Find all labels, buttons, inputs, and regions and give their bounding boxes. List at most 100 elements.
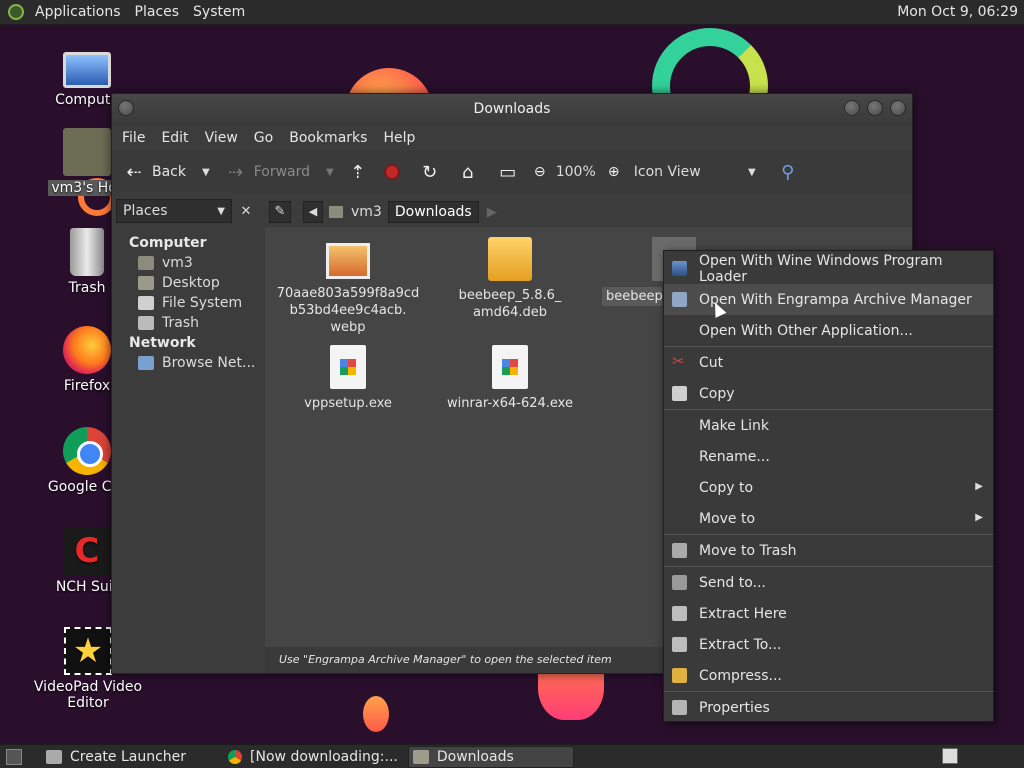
breadcrumb-vm3[interactable]: vm3 xyxy=(323,201,388,223)
sidebar-item-file-system[interactable]: File System xyxy=(114,293,257,313)
menu-extract-here[interactable]: Extract Here xyxy=(664,598,993,629)
applications-menu[interactable]: Applications xyxy=(30,4,130,20)
home-folder-icon xyxy=(63,128,111,176)
view-mode-select[interactable]: Icon View ▼ xyxy=(630,164,760,180)
menu-properties[interactable]: Properties xyxy=(664,692,993,723)
file-name: beebeep_5.8.6_ amd64.deb xyxy=(458,288,562,320)
sidebar-item-browse-network[interactable]: Browse Net... xyxy=(114,353,257,373)
menu-open-with-other[interactable]: Open With Other Application... xyxy=(664,315,993,346)
engrampa-icon xyxy=(672,292,687,307)
file-item[interactable]: vppsetup.exe xyxy=(273,345,423,412)
file-item-selected[interactable]: beebeep- xyxy=(602,237,696,306)
menu-file[interactable]: File xyxy=(114,130,153,146)
forward-label: Forward xyxy=(253,164,311,180)
trash-icon xyxy=(70,228,104,276)
reload-button[interactable]: ↻ xyxy=(414,157,446,187)
scissors-icon: ✂ xyxy=(672,352,685,370)
path-left-arrow-icon[interactable]: ◀ xyxy=(303,201,323,223)
zoom-level: 100% xyxy=(555,164,596,180)
file-name: winrar-x64-624.exe xyxy=(447,396,573,411)
taskbar-item-create-launcher[interactable]: Create Launcher xyxy=(42,746,190,768)
forward-history-dropdown-icon[interactable]: ▼ xyxy=(326,167,334,178)
up-button[interactable]: ⇡ xyxy=(342,157,374,187)
menu-send-to[interactable]: Send to... xyxy=(664,567,993,598)
back-button[interactable]: ⇠ Back ▼ xyxy=(118,157,214,187)
search-icon: ⚲ xyxy=(781,161,795,183)
close-sidebar-icon[interactable]: ✕ xyxy=(236,204,256,219)
system-menu[interactable]: System xyxy=(188,4,254,20)
drive-icon xyxy=(138,296,154,310)
home-button[interactable]: ⌂ xyxy=(452,157,484,187)
close-button[interactable] xyxy=(890,100,906,116)
launcher-icon xyxy=(46,749,62,764)
extract-icon xyxy=(672,606,687,621)
menu-move-to-trash[interactable]: Move to Trash xyxy=(664,535,993,566)
forward-button[interactable]: ⇢ Forward ▼ xyxy=(220,157,338,187)
menu-compress[interactable]: Compress... xyxy=(664,660,993,691)
menu-rename[interactable]: Rename... xyxy=(664,441,993,472)
path-right-arrow-icon[interactable]: ▶ xyxy=(487,205,497,220)
menu-extract-to[interactable]: Extract To... xyxy=(664,629,993,660)
location-bar: ✎ ◀ vm3 Downloads ▶ xyxy=(265,199,912,225)
menu-item-label: Extract To... xyxy=(699,636,782,653)
sidebar-places-select[interactable]: Places ▼ xyxy=(116,199,232,223)
stop-icon xyxy=(383,164,400,180)
sidebar-item-trash[interactable]: Trash xyxy=(114,313,257,333)
zoom-out-button[interactable]: ⊖ xyxy=(524,157,556,187)
menu-copy[interactable]: Copy xyxy=(664,378,993,409)
menu-help[interactable]: Help xyxy=(375,130,423,146)
breadcrumb-downloads[interactable]: Downloads xyxy=(387,201,479,223)
toolbar: ⇠ Back ▼ ⇢ Forward ▼ ⇡ ↻ ⌂ ▭ ⊖ 100% ⊕ Ic… xyxy=(112,151,912,193)
sidebar-item-desktop[interactable]: Desktop xyxy=(114,273,257,293)
desktop-icon-label: Firefox xyxy=(63,378,111,394)
file-item[interactable]: beebeep_5.8.6_ amd64.deb xyxy=(435,237,585,321)
menu-item-label: Extract Here xyxy=(699,605,787,622)
menu-go[interactable]: Go xyxy=(246,130,281,146)
menu-bookmarks[interactable]: Bookmarks xyxy=(281,130,375,146)
minimize-button[interactable] xyxy=(844,100,860,116)
computer-button[interactable]: ▭ xyxy=(492,157,524,187)
zoom-in-button[interactable]: ⊕ xyxy=(598,157,630,187)
home-folder-icon xyxy=(329,206,343,218)
taskbar-label: [Now downloading:... xyxy=(250,748,398,765)
back-history-dropdown-icon[interactable]: ▼ xyxy=(202,167,210,178)
menu-view[interactable]: View xyxy=(197,130,246,146)
edit-location-icon[interactable]: ✎ xyxy=(269,201,291,223)
search-button[interactable]: ⚲ xyxy=(772,157,804,187)
menu-move-to[interactable]: Move to ▶ xyxy=(664,503,993,534)
menu-make-link[interactable]: Make Link xyxy=(664,410,993,441)
sidebar-item-vm3[interactable]: vm3 xyxy=(114,253,257,273)
menu-item-label: Open With Engrampa Archive Manager xyxy=(699,291,972,308)
package-icon xyxy=(488,237,532,281)
window-title: Downloads xyxy=(473,101,551,117)
file-name: 70aae803a599f8a9cd b53bd4ee9c4acb. webp xyxy=(276,286,420,335)
zoom-out-icon: ⊖ xyxy=(533,164,546,180)
sidebar-item-label: File System xyxy=(162,295,243,311)
maximize-button[interactable] xyxy=(867,100,883,116)
window-menu-button[interactable] xyxy=(118,100,134,116)
home-folder-icon xyxy=(138,256,154,270)
places-menu[interactable]: Places xyxy=(130,4,189,20)
menu-copy-to[interactable]: Copy to ▶ xyxy=(664,472,993,503)
desktop-folder-icon xyxy=(138,276,154,290)
sidebar: Places ▼ ✕ Computer vm3 Desktop File Sys… xyxy=(114,197,257,672)
nch-icon: C xyxy=(63,527,111,575)
menu-open-with-wine[interactable]: Open With Wine Windows Program Loader xyxy=(664,253,993,285)
workspace-switcher[interactable] xyxy=(942,748,958,764)
clock[interactable]: Mon Oct 9, 06:29 xyxy=(897,4,1018,20)
file-name: beebeep- xyxy=(602,287,667,306)
show-desktop-icon[interactable] xyxy=(6,748,22,765)
menu-cut[interactable]: ✂ Cut xyxy=(664,347,993,378)
taskbar-item-downloads[interactable]: Downloads xyxy=(407,745,574,768)
sidebar-item-label: Trash xyxy=(162,315,199,331)
file-item[interactable]: 70aae803a599f8a9cd b53bd4ee9c4acb. webp xyxy=(273,237,423,336)
window-titlebar[interactable]: Downloads xyxy=(112,94,912,125)
menu-edit[interactable]: Edit xyxy=(153,130,196,146)
menubar: File Edit View Go Bookmarks Help xyxy=(112,125,912,151)
taskbar-item-chrome[interactable]: [Now downloading:... xyxy=(224,746,402,768)
file-item[interactable]: winrar-x64-624.exe xyxy=(435,345,585,412)
mint-logo-icon[interactable] xyxy=(8,4,24,20)
wallpaper-shape xyxy=(363,696,389,732)
stop-button[interactable] xyxy=(380,157,404,187)
menu-item-label: Open With Other Application... xyxy=(699,322,913,339)
